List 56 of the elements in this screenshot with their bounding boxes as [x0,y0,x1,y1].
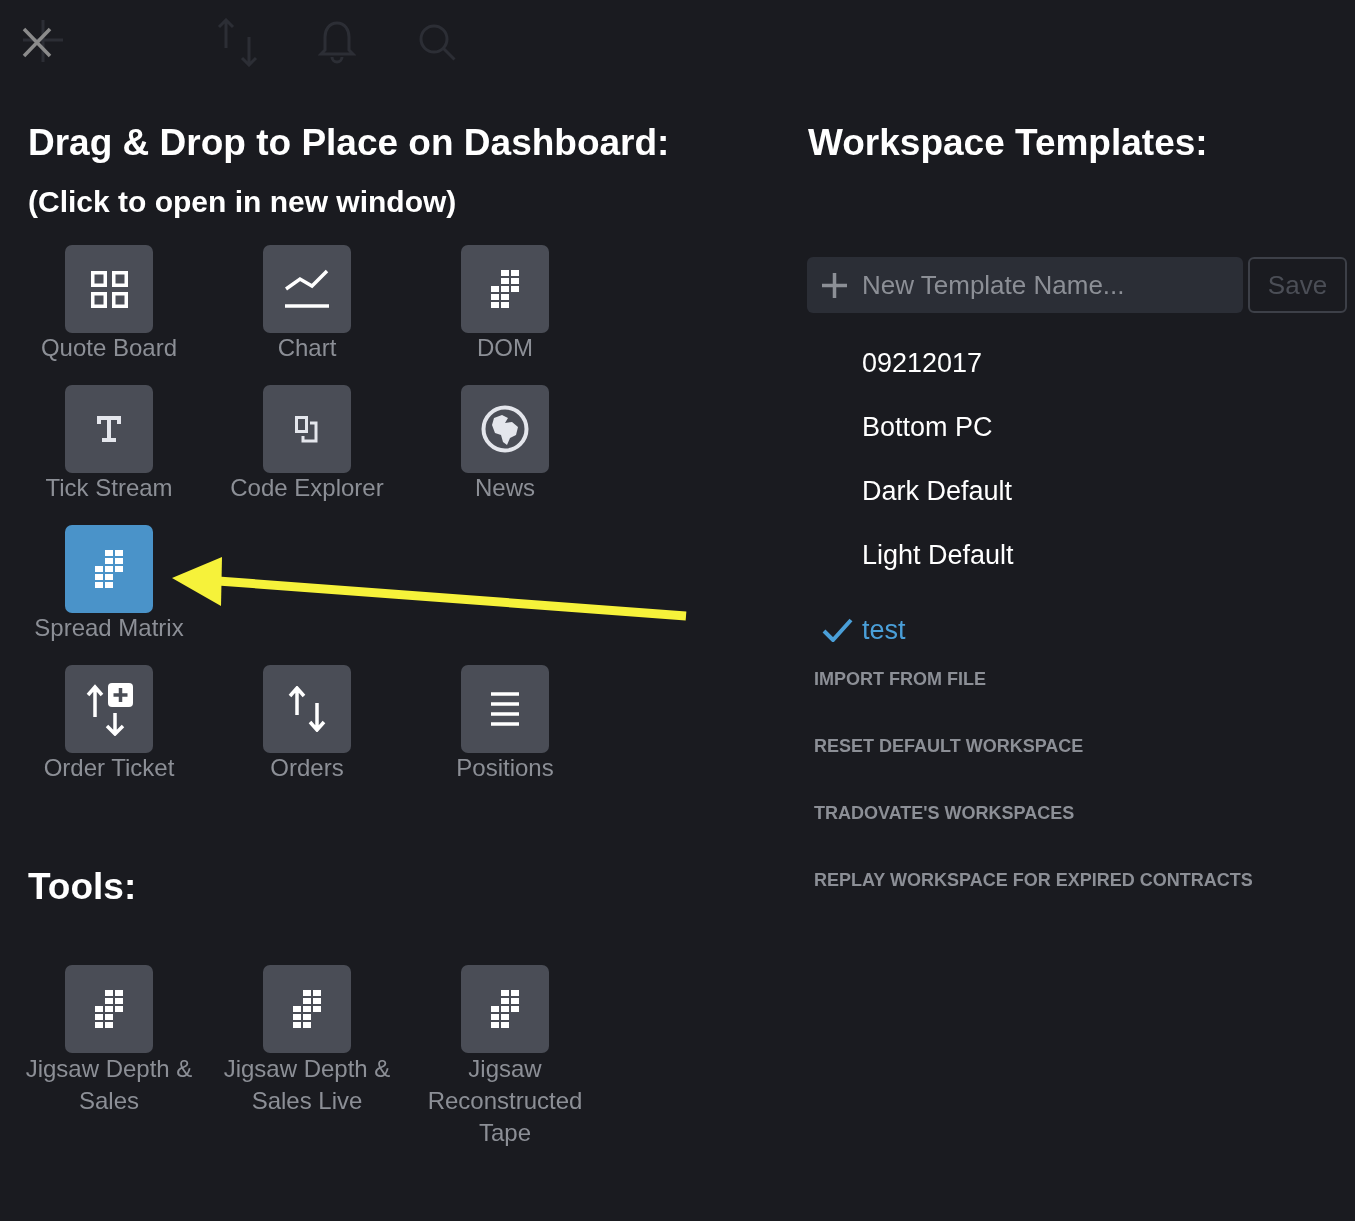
section-heading: Drag & Drop to Place on Dashboard: [28,121,670,165]
staircase-grid-icon [491,990,519,1028]
widget-tile[interactable] [461,385,549,473]
widget-tile[interactable] [263,245,351,333]
checkmark-icon [822,618,853,642]
widget-label: News [475,473,535,503]
widget-label: Tick Stream [45,473,173,503]
widget-label: Spread Matrix [34,613,184,643]
widget-label: DOM [477,333,533,363]
widget-tile[interactable] [65,385,153,473]
widget-tile[interactable] [65,665,153,753]
tool-label: Jigsaw Depth & Sales [24,1054,194,1116]
tool-label: Jigsaw Reconstructed Tape [426,1054,584,1148]
globe-icon [481,405,529,453]
up-down-arrows-icon [288,686,326,732]
staircase-grid-icon [95,550,123,588]
widget-label: Chart [277,333,337,363]
staircase-grid-icon [95,990,123,1028]
section-heading: Workspace Templates: [808,121,1208,165]
line-chart-icon [285,269,329,309]
overlapping-squares-icon [295,415,319,443]
widget-label: Order Ticket [43,753,175,783]
close-icon[interactable] [22,26,52,58]
widget-tile[interactable] [65,245,153,333]
staircase-grid-icon [491,270,519,308]
section-subtitle: (Click to open in new window) [28,184,457,220]
letter-t-icon [97,416,121,442]
widget-tile[interactable] [65,525,153,613]
widget-label: Orders [270,753,344,783]
widget-tile[interactable] [461,245,549,333]
action-link[interactable]: RESET DEFAULT WORKSPACE [814,729,1084,763]
widget-tile[interactable] [263,965,351,1053]
tool-label: Jigsaw Depth & Sales Live [222,1054,392,1116]
action-link[interactable]: TRADOVATE'S WORKSPACES [814,796,1075,830]
plus-icon [822,272,847,298]
grid-squares-icon [90,270,128,308]
widget-label: Positions [456,753,554,783]
widget-tile[interactable] [263,385,351,473]
section-heading: Tools: [28,865,137,909]
action-link[interactable]: IMPORT FROM FILE [814,662,986,696]
template-item[interactable]: Dark Default [862,474,1013,508]
template-name-field[interactable]: New Template Name... [807,257,1243,313]
template-item[interactable]: Bottom PC [862,410,993,444]
widget-tile[interactable] [65,965,153,1053]
staircase-grid-icon [293,990,321,1028]
list-lines-icon [491,692,519,726]
widget-tile[interactable] [263,665,351,753]
action-link[interactable]: REPLAY WORKSPACE FOR EXPIRED CONTRACTS [814,863,1253,897]
template-item[interactable]: 09212017 [862,346,983,380]
widget-label: Code Explorer [230,473,384,503]
widget-tile[interactable] [461,665,549,753]
template-item[interactable]: test [862,613,906,647]
template-item[interactable]: Light Default [862,538,1014,572]
widget-tile[interactable] [461,965,549,1053]
widget-label: Quote Board [40,333,178,363]
arrows-plus-icon [85,682,133,736]
